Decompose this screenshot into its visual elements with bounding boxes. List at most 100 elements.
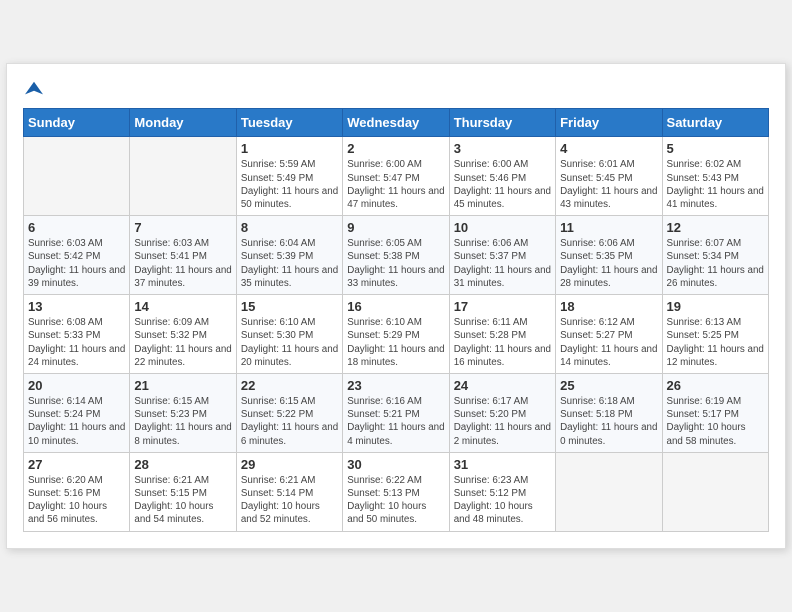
calendar-cell: 31Sunrise: 6:23 AM Sunset: 5:12 PM Dayli… bbox=[449, 452, 555, 531]
day-number: 11 bbox=[560, 220, 657, 235]
day-number: 29 bbox=[241, 457, 338, 472]
calendar-cell bbox=[556, 452, 662, 531]
calendar-cell: 14Sunrise: 6:09 AM Sunset: 5:32 PM Dayli… bbox=[130, 295, 236, 374]
calendar-cell: 26 Sunrise: 6:19 AM Sunset: 5:17 PM Dayli… bbox=[662, 373, 768, 452]
calendar-cell: 4 Sunrise: 6:01 AM Sunset: 5:45 PM Daylig… bbox=[556, 137, 662, 216]
day-number: 23 bbox=[347, 378, 444, 393]
day-header-thursday: Thursday bbox=[449, 109, 555, 137]
calendar-cell: 28 Sunrise: 6:21 AM Sunset: 5:15 PM Dayli… bbox=[130, 452, 236, 531]
day-number: 14 bbox=[134, 299, 231, 314]
day-number: 5 bbox=[667, 141, 764, 156]
day-number: 7 bbox=[134, 220, 231, 235]
day-header-saturday: Saturday bbox=[662, 109, 768, 137]
day-header-wednesday: Wednesday bbox=[343, 109, 449, 137]
calendar-cell: 6 Sunrise: 6:03 AM Sunset: 5:42 PM Daylig… bbox=[24, 216, 130, 295]
calendar-cell: 17Sunrise: 6:11 AM Sunset: 5:28 PM Dayli… bbox=[449, 295, 555, 374]
calendar-cell bbox=[130, 137, 236, 216]
day-number: 13 bbox=[28, 299, 125, 314]
day-number: 25 bbox=[560, 378, 657, 393]
calendar-container: SundayMondayTuesdayWednesdayThursdayFrid… bbox=[6, 63, 786, 548]
cell-content: Sunrise: 6:06 AM Sunset: 5:37 PM Dayligh… bbox=[454, 237, 551, 290]
cell-content: Sunrise: 6:06 AM Sunset: 5:35 PM Dayligh… bbox=[560, 237, 657, 290]
cell-content: Sunrise: 6:03 AM Sunset: 5:42 PM Dayligh… bbox=[28, 237, 125, 290]
calendar-cell: 25 Sunrise: 6:18 AM Sunset: 5:18 PM Dayli… bbox=[556, 373, 662, 452]
calendar-cell: 27 Sunrise: 6:20 AM Sunset: 5:16 PM Dayli… bbox=[24, 452, 130, 531]
cell-content: Sunrise: 6:14 AM Sunset: 5:24 PM Dayligh… bbox=[28, 395, 125, 448]
cell-content: Sunrise: 6:17 AM Sunset: 5:20 PM Dayligh… bbox=[454, 395, 551, 448]
day-number: 21 bbox=[134, 378, 231, 393]
cell-content: Sunrise: 6:02 AM Sunset: 5:43 PM Dayligh… bbox=[667, 158, 764, 211]
cell-content: Sunrise: 6:08 AM Sunset: 5:33 PM Dayligh… bbox=[28, 316, 125, 369]
calendar-cell: 16 Sunrise: 6:10 AM Sunset: 5:29 PM Dayli… bbox=[343, 295, 449, 374]
day-number: 28 bbox=[134, 457, 231, 472]
week-row-4: 20 Sunrise: 6:14 AM Sunset: 5:24 PM Dayli… bbox=[24, 373, 769, 452]
calendar-cell: 5 Sunrise: 6:02 AM Sunset: 5:43 PM Daylig… bbox=[662, 137, 768, 216]
cell-content: Sunrise: 6:20 AM Sunset: 5:16 PM Dayligh… bbox=[28, 474, 125, 527]
calendar-cell: 21 Sunrise: 6:15 AM Sunset: 5:23 PM Dayli… bbox=[130, 373, 236, 452]
calendar-table: SundayMondayTuesdayWednesdayThursdayFrid… bbox=[23, 108, 769, 531]
day-header-monday: Monday bbox=[130, 109, 236, 137]
cell-content: Sunrise: 6:21 AM Sunset: 5:15 PM Dayligh… bbox=[134, 474, 231, 527]
calendar-cell: 11 Sunrise: 6:06 AM Sunset: 5:35 PM Dayli… bbox=[556, 216, 662, 295]
day-number: 18 bbox=[560, 299, 657, 314]
calendar-cell: 12Sunrise: 6:07 AM Sunset: 5:34 PM Dayli… bbox=[662, 216, 768, 295]
calendar-header-row: SundayMondayTuesdayWednesdayThursdayFrid… bbox=[24, 109, 769, 137]
calendar-cell: 24 Sunrise: 6:17 AM Sunset: 5:20 PM Dayli… bbox=[449, 373, 555, 452]
day-number: 15 bbox=[241, 299, 338, 314]
cell-content: Sunrise: 6:00 AM Sunset: 5:47 PM Dayligh… bbox=[347, 158, 444, 211]
day-header-tuesday: Tuesday bbox=[236, 109, 342, 137]
day-number: 20 bbox=[28, 378, 125, 393]
cell-content: Sunrise: 6:10 AM Sunset: 5:29 PM Dayligh… bbox=[347, 316, 444, 369]
cell-content: Sunrise: 6:05 AM Sunset: 5:38 PM Dayligh… bbox=[347, 237, 444, 290]
calendar-cell: 18 Sunrise: 6:12 AM Sunset: 5:27 PM Dayli… bbox=[556, 295, 662, 374]
cell-content: Sunrise: 6:00 AM Sunset: 5:46 PM Dayligh… bbox=[454, 158, 551, 211]
week-row-2: 6 Sunrise: 6:03 AM Sunset: 5:42 PM Daylig… bbox=[24, 216, 769, 295]
day-header-friday: Friday bbox=[556, 109, 662, 137]
calendar-cell: 23 Sunrise: 6:16 AM Sunset: 5:21 PM Dayli… bbox=[343, 373, 449, 452]
cell-content: Sunrise: 6:22 AM Sunset: 5:13 PM Dayligh… bbox=[347, 474, 444, 527]
calendar-cell bbox=[662, 452, 768, 531]
day-number: 22 bbox=[241, 378, 338, 393]
cell-content: Sunrise: 6:10 AM Sunset: 5:30 PM Dayligh… bbox=[241, 316, 338, 369]
cell-content: Sunrise: 5:59 AM Sunset: 5:49 PM Dayligh… bbox=[241, 158, 338, 211]
cell-content: Sunrise: 6:12 AM Sunset: 5:27 PM Dayligh… bbox=[560, 316, 657, 369]
cell-content: Sunrise: 6:18 AM Sunset: 5:18 PM Dayligh… bbox=[560, 395, 657, 448]
day-header-sunday: Sunday bbox=[24, 109, 130, 137]
calendar-cell: 29 Sunrise: 6:21 AM Sunset: 5:14 PM Dayli… bbox=[236, 452, 342, 531]
calendar-cell: 9 Sunrise: 6:05 AM Sunset: 5:38 PM Daylig… bbox=[343, 216, 449, 295]
calendar-cell: 22 Sunrise: 6:15 AM Sunset: 5:22 PM Dayli… bbox=[236, 373, 342, 452]
day-number: 26 bbox=[667, 378, 764, 393]
cell-content: Sunrise: 6:16 AM Sunset: 5:21 PM Dayligh… bbox=[347, 395, 444, 448]
calendar-cell: 30 Sunrise: 6:22 AM Sunset: 5:13 PM Dayli… bbox=[343, 452, 449, 531]
calendar-cell: 10 Sunrise: 6:06 AM Sunset: 5:37 PM Dayli… bbox=[449, 216, 555, 295]
calendar-cell: 2 Sunrise: 6:00 AM Sunset: 5:47 PM Daylig… bbox=[343, 137, 449, 216]
cell-content: Sunrise: 6:19 AM Sunset: 5:17 PM Dayligh… bbox=[667, 395, 764, 448]
calendar-header bbox=[23, 80, 769, 96]
cell-content: Sunrise: 6:07 AM Sunset: 5:34 PM Dayligh… bbox=[667, 237, 764, 290]
cell-content: Sunrise: 6:15 AM Sunset: 5:23 PM Dayligh… bbox=[134, 395, 231, 448]
day-number: 24 bbox=[454, 378, 551, 393]
day-number: 2 bbox=[347, 141, 444, 156]
day-number: 8 bbox=[241, 220, 338, 235]
day-number: 6 bbox=[28, 220, 125, 235]
cell-content: Sunrise: 6:21 AM Sunset: 5:14 PM Dayligh… bbox=[241, 474, 338, 527]
calendar-cell: 1Sunrise: 5:59 AM Sunset: 5:49 PM Daylig… bbox=[236, 137, 342, 216]
cell-content: Sunrise: 6:11 AM Sunset: 5:28 PM Dayligh… bbox=[454, 316, 551, 369]
cell-content: Sunrise: 6:15 AM Sunset: 5:22 PM Dayligh… bbox=[241, 395, 338, 448]
day-number: 16 bbox=[347, 299, 444, 314]
calendar-cell: 3Sunrise: 6:00 AM Sunset: 5:46 PM Daylig… bbox=[449, 137, 555, 216]
day-number: 27 bbox=[28, 457, 125, 472]
calendar-cell: 13 Sunrise: 6:08 AM Sunset: 5:33 PM Dayli… bbox=[24, 295, 130, 374]
day-number: 19 bbox=[667, 299, 764, 314]
cell-content: Sunrise: 6:03 AM Sunset: 5:41 PM Dayligh… bbox=[134, 237, 231, 290]
day-number: 4 bbox=[560, 141, 657, 156]
day-number: 10 bbox=[454, 220, 551, 235]
logo-bird-icon bbox=[25, 80, 43, 98]
cell-content: Sunrise: 6:13 AM Sunset: 5:25 PM Dayligh… bbox=[667, 316, 764, 369]
day-number: 30 bbox=[347, 457, 444, 472]
week-row-5: 27 Sunrise: 6:20 AM Sunset: 5:16 PM Dayli… bbox=[24, 452, 769, 531]
day-number: 9 bbox=[347, 220, 444, 235]
week-row-3: 13 Sunrise: 6:08 AM Sunset: 5:33 PM Dayli… bbox=[24, 295, 769, 374]
calendar-cell: 8Sunrise: 6:04 AM Sunset: 5:39 PM Daylig… bbox=[236, 216, 342, 295]
cell-content: Sunrise: 6:01 AM Sunset: 5:45 PM Dayligh… bbox=[560, 158, 657, 211]
